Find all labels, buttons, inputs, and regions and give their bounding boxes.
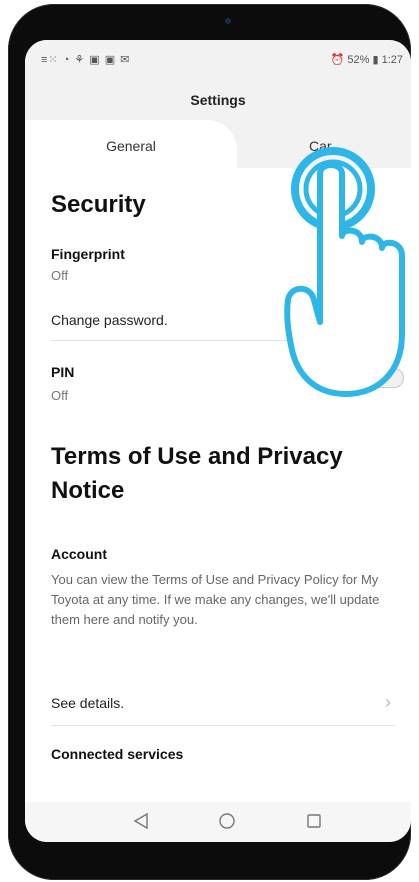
battery-icon: ▮	[372, 54, 379, 66]
home-circle-icon[interactable]	[218, 812, 236, 835]
terms-heading: Terms of Use and Privacy Notice	[51, 443, 343, 504]
see-details-row[interactable]: See details. ›	[25, 683, 411, 723]
alarm-icon: ⏰	[330, 54, 345, 66]
change-password-label: Change password.	[51, 312, 168, 328]
status-icons: ≡⁙ ◔ ⚘ ▣ ▣ ✉	[41, 54, 131, 66]
change-password-row[interactable]: Change password. ›	[25, 298, 411, 338]
clock: 1:27	[381, 54, 403, 66]
tab-car-label: Car	[309, 138, 332, 154]
status-bar: ≡⁙ ◔ ⚘ ▣ ▣ ✉ ⏰ 52% ▮ 1:27	[25, 40, 411, 76]
toggle-knob	[367, 371, 381, 385]
phone-frame: ≡⁙ ◔ ⚘ ▣ ▣ ✉ ⏰ 52% ▮ 1:27 Settings Gener…	[8, 4, 411, 880]
tab-general[interactable]: General	[25, 120, 237, 168]
pin-label: PIN	[51, 364, 75, 380]
app-screen: ≡⁙ ◔ ⚘ ▣ ▣ ✉ ⏰ 52% ▮ 1:27 Settings Gener…	[25, 40, 411, 842]
pin-toggle[interactable]	[364, 368, 404, 388]
tab-car[interactable]: Car	[237, 120, 411, 168]
see-details-label: See details.	[51, 695, 125, 711]
battery-percent: 52%	[347, 54, 370, 66]
divider	[51, 725, 395, 726]
divider	[51, 340, 395, 341]
chevron-right-icon: ›	[385, 692, 391, 712]
account-description: You can view the Terms of Use and Privac…	[51, 572, 380, 627]
pin-value: Off	[51, 388, 69, 403]
back-triangle-icon[interactable]	[133, 812, 149, 835]
security-heading: Security	[51, 191, 146, 218]
page-title: Settings	[190, 92, 246, 108]
title-bar: Settings	[25, 76, 411, 120]
tab-general-label: General	[106, 138, 156, 154]
fingerprint-label: Fingerprint	[51, 246, 125, 262]
fingerprint-value: Off	[51, 268, 69, 283]
recent-square-icon[interactable]	[305, 812, 323, 835]
chevron-right-icon: ›	[385, 309, 391, 329]
tap-hand-icon	[284, 147, 405, 397]
connected-services-label: Connected services	[51, 746, 184, 762]
front-camera	[225, 18, 231, 24]
status-right: ⏰ 52% ▮ 1:27	[331, 53, 403, 66]
account-label: Account	[51, 546, 107, 562]
system-nav-bar	[25, 802, 411, 842]
tab-bar: General Car	[25, 120, 411, 168]
